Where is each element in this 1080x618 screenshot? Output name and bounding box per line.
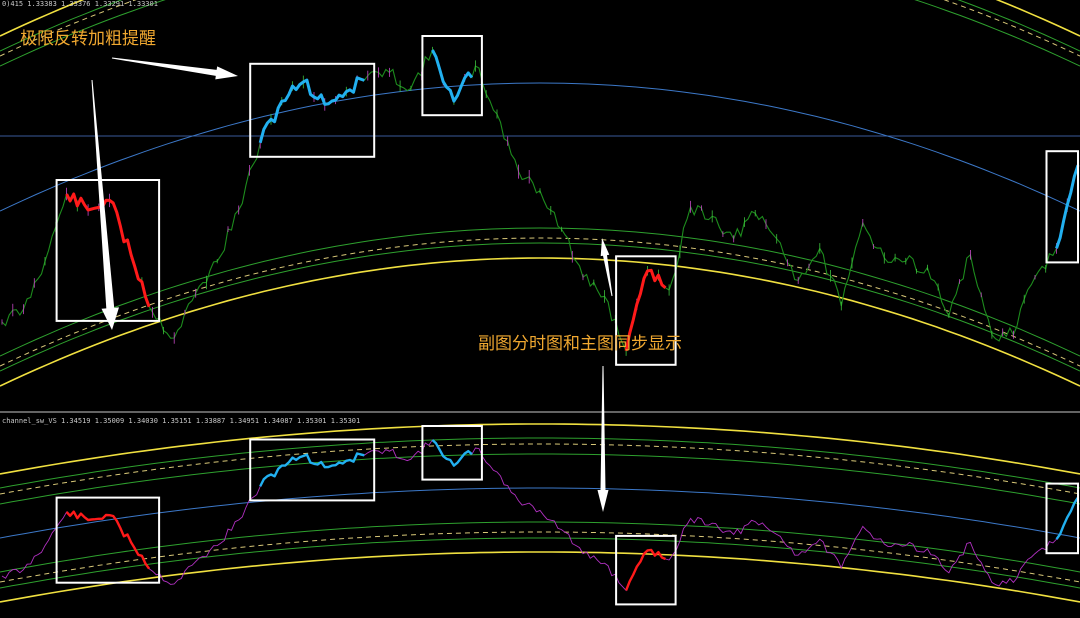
sync-annotation: 副图分时图和主图同步显示 — [478, 334, 682, 354]
sub-panel-header: channel_sw_VS 1.34519 1.35009 1.34030 1.… — [2, 417, 361, 425]
chart-background — [0, 0, 1080, 618]
main-panel-header: 0)415 1.33383 1.33376 1.33291 1.33301 — [2, 0, 158, 8]
reversal-annotation: 极限反转加粗提醒 — [20, 29, 156, 49]
chart-canvas — [0, 0, 1080, 618]
